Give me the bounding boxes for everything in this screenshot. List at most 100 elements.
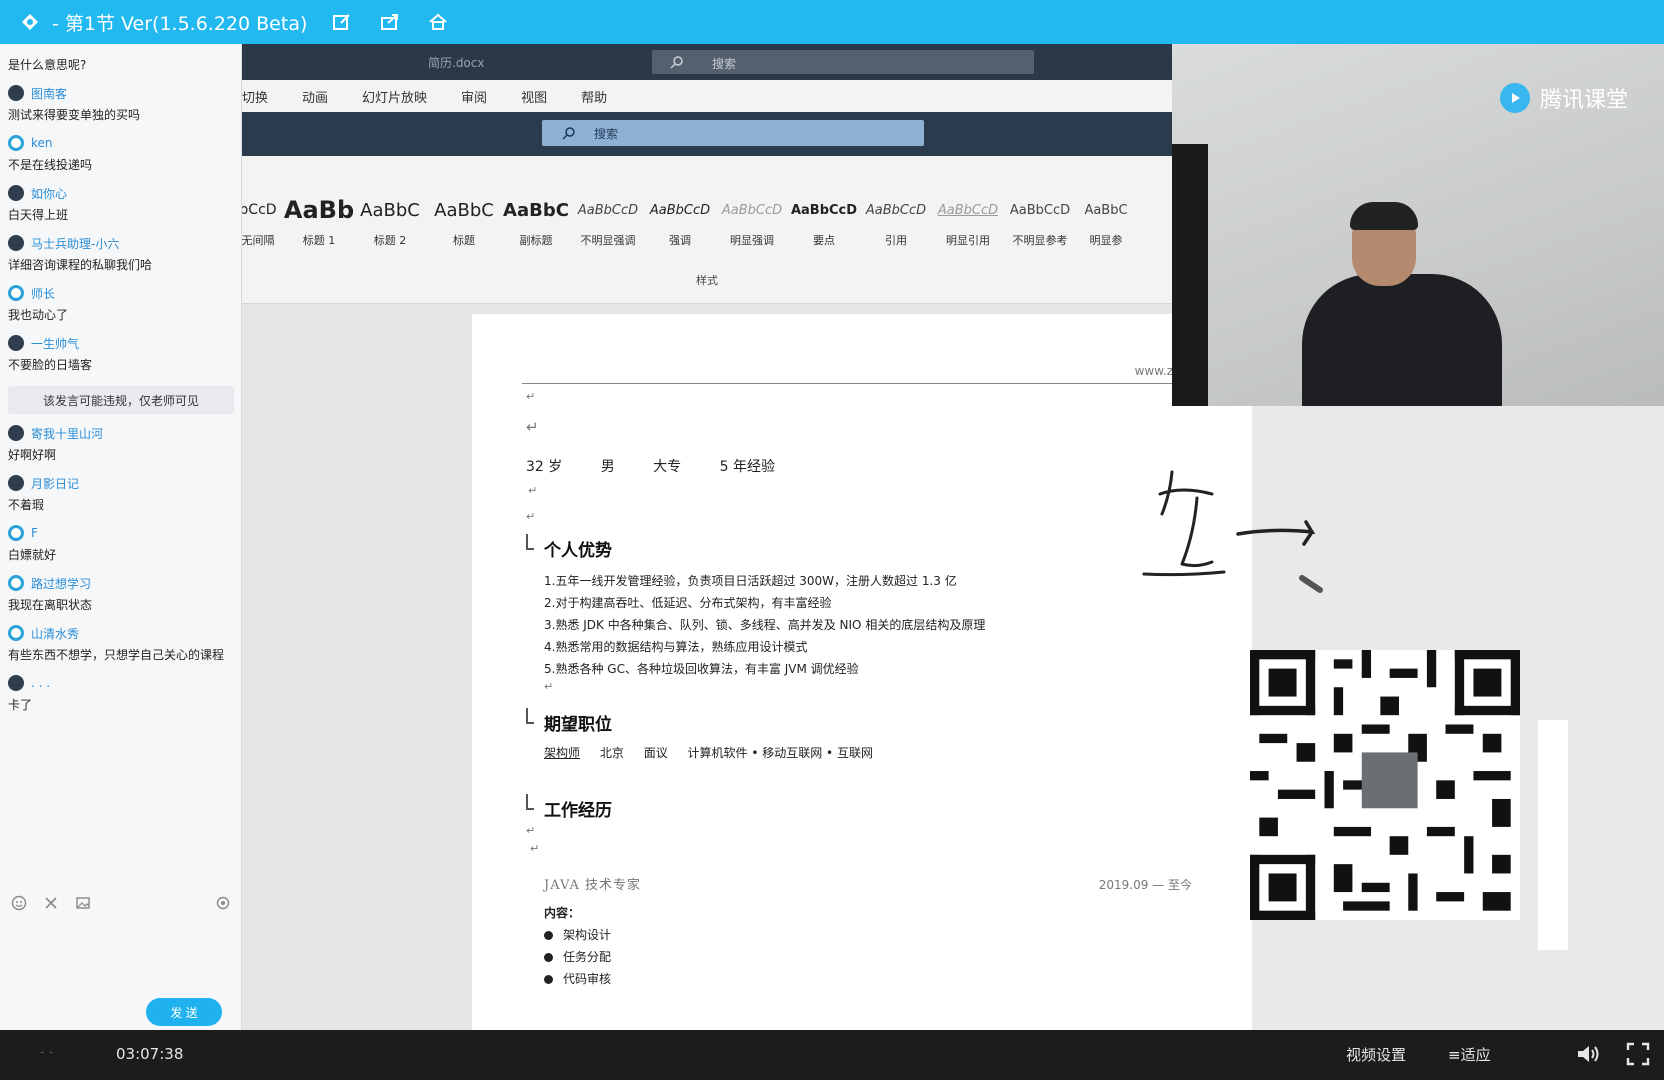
avatar[interactable] xyxy=(8,575,24,591)
style-title[interactable]: AaBbC 标题 xyxy=(428,194,500,254)
style-name: 明显强调 xyxy=(730,234,774,247)
avatar[interactable] xyxy=(8,285,24,301)
avatar[interactable] xyxy=(8,525,24,541)
video-settings-button[interactable]: 视频设置 xyxy=(1346,1044,1406,1065)
settings-icon[interactable] xyxy=(214,894,232,912)
avatar[interactable] xyxy=(8,85,24,101)
emoji-icon[interactable] xyxy=(10,894,28,912)
chat-panel: 是什么意思呢? 图南客 测试来得要变单独的买吗 ken 不是在线投递吗 如你心 … xyxy=(0,44,242,1030)
style-intense-quote[interactable]: AaBbCcD 明显引用 xyxy=(932,194,1004,254)
style-name: 要点 xyxy=(813,234,835,247)
fit-button[interactable]: ≡适应 xyxy=(1448,1044,1491,1065)
avatar[interactable] xyxy=(8,625,24,641)
chat-nickname[interactable]: 寄我十里山河 xyxy=(31,425,103,442)
avatar[interactable] xyxy=(8,135,24,151)
ribbon-tabs: 切换 动画 幻灯片放映 审阅 视图 帮助 xyxy=(242,80,1172,112)
tab-review[interactable]: 审阅 xyxy=(461,87,487,106)
avatar[interactable] xyxy=(8,335,24,351)
style-subtle-reference[interactable]: AaBbCcD 不明显参考 xyxy=(1004,194,1076,254)
style-sample: AaBbC xyxy=(434,199,494,221)
chat-nickname[interactable]: 一生帅气 xyxy=(31,335,79,352)
style-intense-reference[interactable]: AaBbC 明显参 xyxy=(1076,194,1136,254)
chat-nickname[interactable]: 师长 xyxy=(31,285,55,302)
word-search-placeholder: 搜索 xyxy=(712,57,737,71)
word-title-bar: 简历.docx 搜索 xyxy=(242,44,1172,80)
avatar[interactable] xyxy=(8,425,24,441)
style-name: 标题 1 xyxy=(302,234,336,247)
style-name: 明显参 xyxy=(1089,234,1123,247)
style-name: 无间隔 xyxy=(242,234,275,247)
style-emphasis[interactable]: AaBbCcD 强调 xyxy=(644,194,716,254)
tab-transition[interactable]: 切换 xyxy=(242,87,268,106)
shared-screen: 简历.docx 搜索 切换 动画 幻灯片放映 审阅 视图 帮助 搜索 bCcD … xyxy=(242,44,1664,1030)
elapsed-time: 03:07:38 xyxy=(116,1045,184,1063)
advantage-item: 1.五年一线开发管理经验，负责项目日活跃超过 300W，注册人数超过 1.3 亿 xyxy=(544,574,957,588)
chat-nickname[interactable]: 如你心 xyxy=(31,185,67,202)
search-input[interactable]: 搜索 xyxy=(542,120,924,146)
tab-slideshow[interactable]: 幻灯片放映 xyxy=(362,87,427,106)
style-name: 副标题 xyxy=(519,234,553,247)
chat-nickname[interactable]: 山清水秀 xyxy=(31,625,79,642)
style-name: 引用 xyxy=(885,234,907,247)
document-page[interactable]: www.zhipin.com ↵ ↵ 32 岁 男 大专 5 年经验 ↵ ↵ 个… xyxy=(472,314,1252,1030)
chat-message-text: 是什么意思呢? xyxy=(8,58,87,72)
chat-nickname[interactable]: 月影日记 xyxy=(31,475,79,492)
advantage-item: 4.熟悉常用的数据结构与算法，熟练应用设计模式 xyxy=(544,640,808,654)
play-icon xyxy=(1499,83,1530,113)
edit-icon[interactable] xyxy=(329,9,355,35)
chat-nickname[interactable]: ken xyxy=(31,136,53,150)
document-name: 简历.docx xyxy=(428,56,485,70)
chat-message-text: 测试来得要变单独的买吗 xyxy=(8,108,141,122)
tab-view[interactable]: 视图 xyxy=(521,87,547,106)
chat-nickname[interactable]: 图南客 xyxy=(31,85,67,102)
avatar[interactable] xyxy=(8,235,24,251)
scissors-icon[interactable] xyxy=(42,894,60,912)
style-heading2[interactable]: AaBbC 标题 2 xyxy=(354,194,426,254)
style-subtle-emphasis[interactable]: AaBbCcD 不明显强调 xyxy=(572,194,644,254)
search-placeholder: 搜索 xyxy=(594,127,619,141)
avatar[interactable] xyxy=(8,675,24,691)
paragraph-mark: ↵ xyxy=(526,510,536,523)
chat-nickname[interactable]: . . . xyxy=(31,676,50,690)
avatar[interactable] xyxy=(8,185,24,201)
chat-nickname[interactable]: 马士兵助理-小六 xyxy=(31,235,119,252)
tab-animation[interactable]: 动画 xyxy=(302,87,328,106)
chat-message-list[interactable]: 是什么意思呢? 图南客 测试来得要变单独的买吗 ken 不是在线投递吗 如你心 … xyxy=(0,44,241,874)
volume-icon[interactable] xyxy=(1576,1042,1602,1070)
style-quote[interactable]: AaBbCcD 引用 xyxy=(860,194,932,254)
share-icon[interactable] xyxy=(377,9,403,35)
style-intense-emphasis[interactable]: AaBbCcD 明显强调 xyxy=(716,194,788,254)
document-area[interactable]: www.zhipin.com ↵ ↵ 32 岁 男 大专 5 年经验 ↵ ↵ 个… xyxy=(242,304,1252,1030)
chat-nickname[interactable]: F xyxy=(31,526,38,540)
qr-code[interactable] xyxy=(1250,650,1520,920)
basic-info: 32 岁 男 大专 5 年经验 xyxy=(526,456,809,476)
chat-message-text: 不要脸的日墙客 xyxy=(8,358,93,372)
search-icon xyxy=(562,125,576,144)
fullscreen-icon[interactable] xyxy=(1626,1042,1650,1070)
send-button[interactable]: 发 送 xyxy=(146,998,222,1026)
style-strong[interactable]: AaBbCcD 要点 xyxy=(788,194,860,254)
expected-position: 架构师 北京 面议 计算机软件 • 移动互联网 • 互联网 xyxy=(544,744,889,761)
paragraph-mark: ↵ xyxy=(526,418,539,436)
fit-label: 适应 xyxy=(1460,1046,1491,1064)
chat-message: 路过想学习 我现在离职状态 xyxy=(0,572,241,614)
home-icon[interactable] xyxy=(425,9,451,35)
qr-code-edge xyxy=(1538,720,1568,950)
chat-nickname[interactable]: 路过想学习 xyxy=(31,575,91,592)
tab-help[interactable]: 帮助 xyxy=(581,87,607,106)
style-sample: AaBbCcD xyxy=(865,202,927,218)
style-no-spacing[interactable]: bCcD 无间隔 xyxy=(242,194,280,254)
chat-message: 一生帅气 不要脸的日墙客 xyxy=(0,332,241,374)
chat-message-text: 有些东西不想学，只想学自己关心的课程 xyxy=(8,648,225,662)
section-marker xyxy=(526,708,534,724)
word-search-box[interactable]: 搜索 xyxy=(652,50,1034,74)
duty-item: 任务分配 xyxy=(544,948,611,965)
avatar[interactable] xyxy=(8,475,24,491)
image-icon[interactable] xyxy=(74,894,92,912)
chat-message-text: 白嫖就好 xyxy=(8,548,57,562)
info-gender: 男 xyxy=(600,459,615,475)
style-subtitle[interactable]: AaBbC 副标题 xyxy=(500,194,572,254)
style-heading1[interactable]: AaBb 标题 1 xyxy=(284,194,354,254)
advantage-item: 5.熟悉各种 GC、各种垃圾回收算法，有丰富 JVM 调优经验 xyxy=(544,662,859,676)
webcam-video[interactable]: 腾讯课堂 xyxy=(1172,44,1664,406)
